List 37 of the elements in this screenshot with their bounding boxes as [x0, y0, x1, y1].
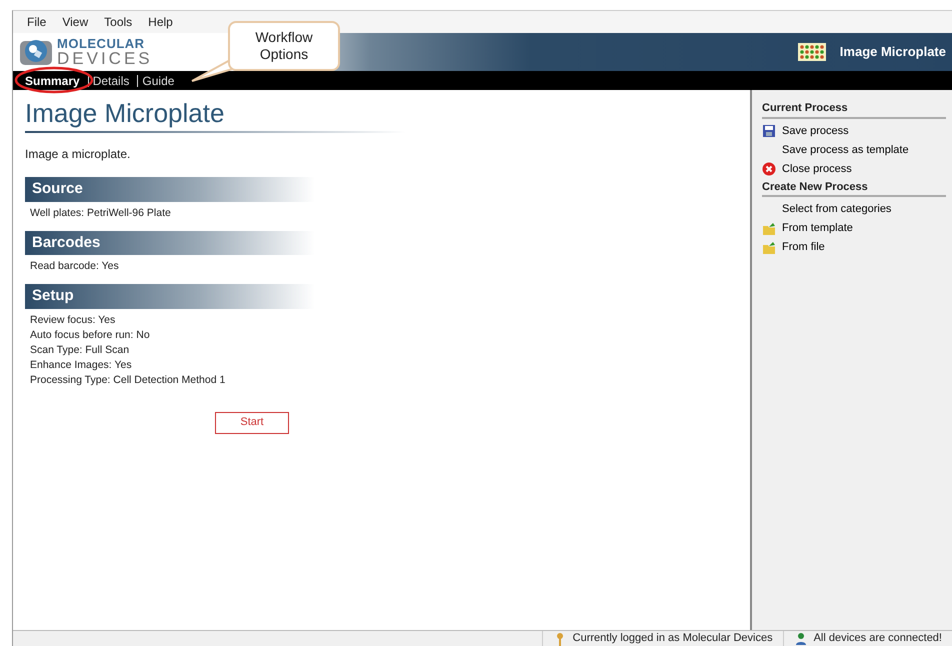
close-icon — [762, 162, 776, 176]
setting-text: Enhance Images: Yes — [29, 358, 133, 373]
sidebar-link[interactable]: Select from categories — [762, 200, 946, 219]
folder-icon — [762, 240, 776, 254]
logo-icon — [19, 37, 53, 67]
sidebar-link[interactable]: From file — [762, 238, 946, 257]
setting-text: Scan Type: Full Scan — [29, 342, 130, 358]
page-description: Image a microplate. — [25, 146, 132, 164]
tab[interactable]: Details — [88, 74, 134, 86]
setting-text: Review focus: Yes — [29, 312, 116, 328]
menu-item[interactable]: Help — [142, 13, 179, 31]
sidebar-link[interactable]: Close process — [762, 160, 946, 178]
sidebar-heading: Create New Process — [762, 178, 946, 197]
logo-text: DEVICES — [57, 50, 153, 67]
setting-text: Processing Type: Cell Detection Method 1 — [29, 372, 226, 388]
user-icon — [794, 632, 808, 646]
sidebar-link[interactable]: From template — [762, 219, 946, 238]
menu-item[interactable]: Tools — [98, 13, 138, 31]
setting-text: Read barcode: Yes — [29, 259, 120, 274]
menu-item[interactable]: View — [56, 13, 94, 31]
callout: Workflow Options — [228, 21, 340, 71]
status-text: All devices are connected! — [814, 631, 942, 646]
header-title: Image Microplate — [840, 43, 946, 62]
setting-text: Well plates: PetriWell-96 Plate — [29, 206, 172, 221]
sidebar-heading: Current Process — [762, 100, 946, 118]
status-text: Currently logged in as Molecular Devices — [572, 631, 773, 646]
save-icon — [762, 124, 776, 138]
setting-text: Auto focus before run: No — [29, 328, 151, 343]
tab[interactable]: Guide — [137, 74, 178, 86]
page-title: Image Microplate — [25, 98, 405, 134]
start-button[interactable]: Start — [215, 412, 289, 434]
microplate-icon — [798, 43, 826, 61]
menu-item[interactable]: File — [21, 13, 52, 31]
logo-text: MOLECULAR — [57, 37, 146, 50]
sidebar-link[interactable]: Save process — [762, 122, 946, 140]
folder-icon — [762, 222, 776, 236]
sidebar-link[interactable]: Save process as template — [762, 140, 946, 160]
